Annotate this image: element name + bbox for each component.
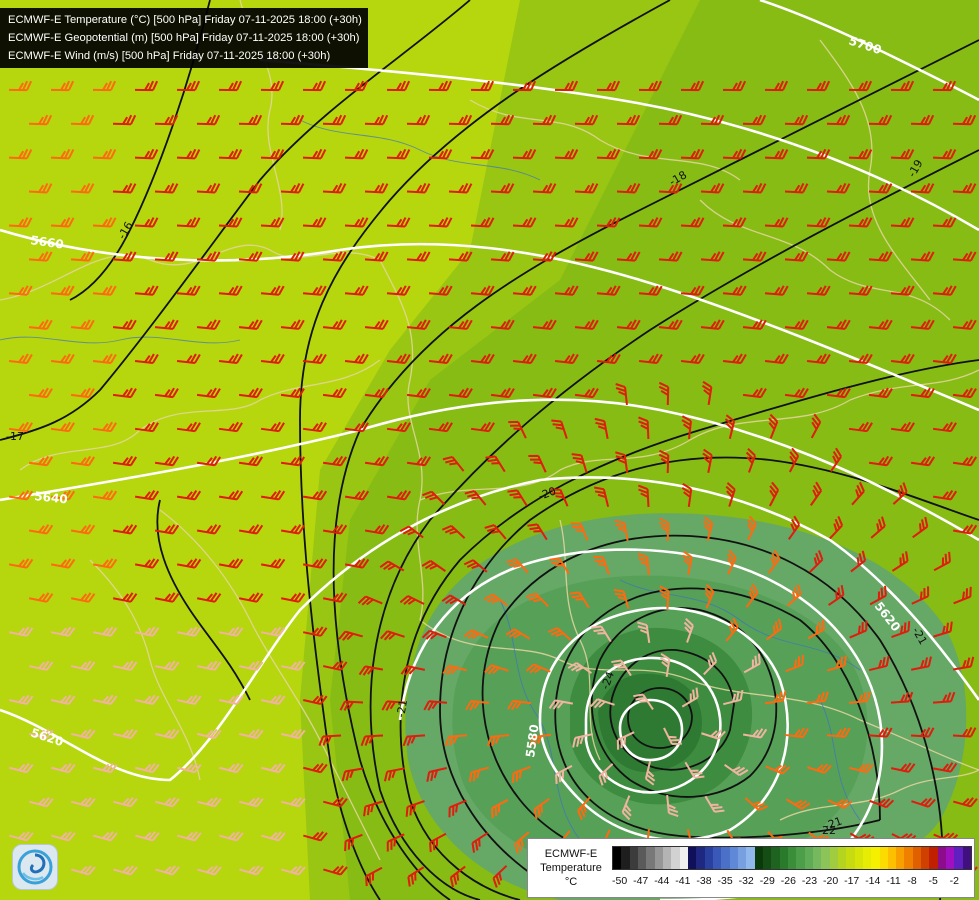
legend-swatch <box>637 847 647 869</box>
legend-swatch <box>904 847 913 869</box>
legend-swatch <box>654 847 663 869</box>
legend-swatch <box>921 847 930 869</box>
legend-swatch <box>737 847 747 869</box>
legend-swatch <box>762 847 772 869</box>
swirl-logo-icon[interactable] <box>12 844 58 890</box>
legend-tick: -32 <box>738 875 754 887</box>
legend-swatch <box>796 847 805 869</box>
legend-swatch <box>671 847 680 869</box>
temperature-label: -17 <box>6 430 24 443</box>
legend-label-variable: Temperature <box>540 862 602 874</box>
legend-tick: -14 <box>865 875 881 887</box>
legend-tick-labels: -50 -47 -44 -41 -38 -35 -32 -29 -26 -23 -20 -17 -14-… <box>612 875 974 891</box>
temperature-label: -22 <box>818 824 836 837</box>
legend-tick: -29 <box>759 875 775 887</box>
legend-swatch <box>862 847 872 869</box>
legend-tick: -35 <box>717 875 733 887</box>
legend-swatch <box>771 847 780 869</box>
legend-tick: -41 <box>675 875 691 887</box>
legend-swatch <box>779 847 788 869</box>
legend-label: ECMWF-E Temperature °C <box>532 847 610 889</box>
legend-tick: -11 <box>886 875 901 887</box>
legend-swatch <box>687 847 697 869</box>
legend-tick: -26 <box>780 875 796 887</box>
legend-tick: -17 <box>844 875 860 887</box>
temperature-legend: ECMWF-E Temperature °C -50 -47 -44 -41 -38 -3… <box>527 838 975 898</box>
legend-swatch <box>954 847 963 869</box>
legend-swatch <box>829 847 838 869</box>
title-wind: ECMWF-E Wind (m/s) [500 hPa] Friday 07-1… <box>8 50 331 62</box>
legend-swatch <box>804 847 813 869</box>
legend-swatch <box>837 847 847 869</box>
legend-swatch <box>662 847 672 869</box>
map-title-box: ECMWF-E Temperature (°C) [500 hPa] Frida… <box>0 8 368 68</box>
legend-tick: -20 <box>823 875 839 887</box>
legend-swatch <box>754 847 763 869</box>
legend-tick: -2 <box>949 875 959 887</box>
legend-tick: -23 <box>801 875 818 887</box>
title-geopotential: ECMWF-E Geopotential (m) [500 hPa] Frida… <box>8 32 360 44</box>
title-temperature: ECMWF-E Temperature (°C) [500 hPa] Frida… <box>8 14 362 26</box>
legend-color-bar <box>612 846 972 870</box>
legend-swatch <box>871 847 880 869</box>
legend-tick: -8 <box>907 875 917 887</box>
legend-swatch <box>704 847 713 869</box>
legend-tick: -47 <box>633 875 649 887</box>
legend-swatch <box>746 847 755 869</box>
forecast-map: 5700 5660 5640 5620 5620 5580 -16 -17 -1… <box>0 0 979 900</box>
legend-swatch <box>696 847 705 869</box>
legend-swatch <box>879 847 888 869</box>
legend-swatch <box>887 847 897 869</box>
legend-swatch <box>846 847 855 869</box>
legend-swatch <box>962 847 972 869</box>
legend-swatch <box>613 847 622 869</box>
legend-swatch <box>946 847 955 869</box>
legend-swatch <box>812 847 822 869</box>
legend-tick: -50 <box>612 875 628 887</box>
legend-tick: -38 <box>696 875 712 887</box>
legend-swatch <box>787 847 797 869</box>
legend-swatch <box>712 847 722 869</box>
legend-swatch <box>912 847 922 869</box>
legend-swatch <box>629 847 638 869</box>
legend-label-unit: °C <box>564 876 578 888</box>
legend-tick: -5 <box>928 875 938 887</box>
legend-swatch <box>729 847 738 869</box>
legend-swatch <box>854 847 863 869</box>
legend-swatch <box>929 847 938 869</box>
legend-swatch <box>679 847 688 869</box>
legend-swatch <box>821 847 830 869</box>
legend-swatch <box>621 847 630 869</box>
legend-swatch <box>937 847 947 869</box>
legend-swatch <box>721 847 730 869</box>
legend-label-model: ECMWF-E <box>544 848 598 860</box>
legend-tick: -44 <box>654 875 670 887</box>
legend-swatch <box>646 847 655 869</box>
legend-swatch <box>896 847 905 869</box>
weather-map-view: 5700 5660 5640 5620 5620 5580 -16 -17 -1… <box>0 0 979 900</box>
